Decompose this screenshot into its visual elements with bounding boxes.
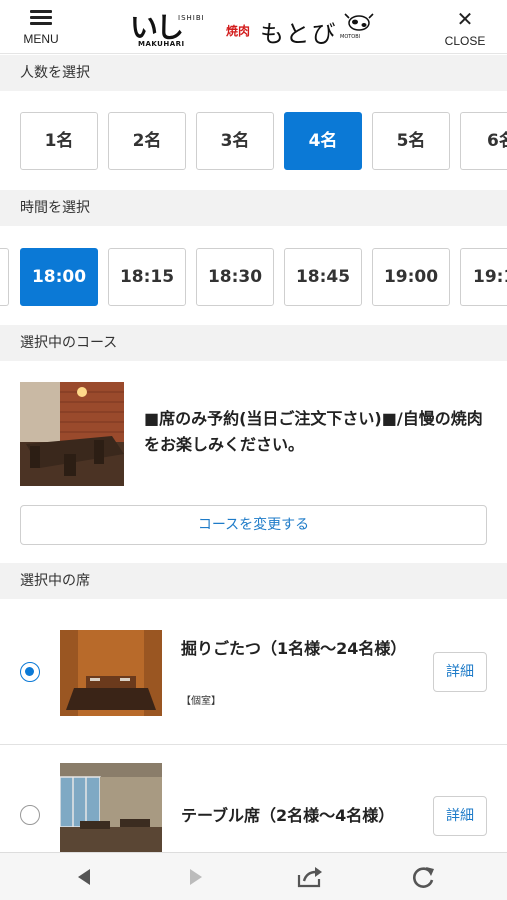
seat-photo-horigotatsu: [60, 622, 162, 724]
seat-name-horigotatsu: 掘りごたつ（1名様〜24名様）: [181, 639, 407, 658]
hamburger-icon: [30, 10, 52, 26]
menu-label: MENU: [23, 32, 59, 46]
change-course-button[interactable]: コースを変更する: [20, 505, 487, 545]
motobi-logo-prefix: 焼肉: [226, 24, 251, 38]
app-header: MENU いし ISHIBI MAKUHARI 焼肉 もとび MOTOBI ✕ …: [0, 0, 507, 54]
motobi-logo[interactable]: 焼肉 もとび MOTOBI: [226, 10, 386, 48]
seat-tag-private: 【個室】: [181, 696, 221, 707]
course-photo-image: [20, 382, 124, 486]
time-option-1815[interactable]: 18:15: [108, 248, 186, 306]
seat-name-table: テーブル席（2名様〜4名様）: [181, 806, 395, 825]
time-option-1800[interactable]: 18:00: [20, 248, 98, 306]
time-option-1900[interactable]: 19:00: [372, 248, 450, 306]
party-option-3[interactable]: 3名: [196, 112, 274, 170]
time-heading: 時間を選択: [0, 190, 507, 226]
course-photo: [20, 382, 124, 486]
seat-detail-button-table[interactable]: 詳細: [433, 796, 487, 836]
motobi-logo-script: MOTOBI: [340, 34, 361, 40]
time-option-1845[interactable]: 18:45: [284, 248, 362, 306]
ishibi-logo-subtitle: MAKUHARI: [138, 40, 185, 48]
browser-toolbar: [0, 852, 507, 900]
seat-photo-table: [60, 763, 162, 852]
motobi-logo-name: もとび: [260, 20, 338, 48]
course-heading: 選択中のコース: [0, 325, 507, 361]
seat-item-table[interactable]: テーブル席（2名様〜4名様） 詳細: [0, 745, 507, 852]
ishibi-logo-script: ISHIBI: [178, 14, 205, 22]
close-button[interactable]: ✕ CLOSE: [441, 7, 489, 48]
party-option-6[interactable]: 6名: [460, 112, 507, 170]
time-option-1830[interactable]: 18:30: [196, 248, 274, 306]
ishibi-logo[interactable]: いし ISHIBI MAKUHARI: [130, 6, 216, 50]
party-option-2[interactable]: 2名: [108, 112, 186, 170]
seat-radio-selected[interactable]: [20, 662, 40, 682]
time-option-1915[interactable]: 19:15: [460, 248, 507, 306]
party-option-1[interactable]: 1名: [20, 112, 98, 170]
close-icon: ✕: [456, 7, 474, 31]
seat-heading: 選択中の席: [0, 563, 507, 599]
menu-button[interactable]: MENU: [18, 10, 64, 46]
share-icon[interactable]: [296, 865, 324, 889]
course-description: ■席のみ予約(当日ご注文下さい)■/自慢の焼肉をお楽しみください。: [144, 409, 483, 454]
seat-radio-unselected[interactable]: [20, 805, 40, 825]
time-option-previous[interactable]: [0, 248, 9, 306]
seat-photo-horigotatsu-image: [60, 622, 162, 724]
close-label: CLOSE: [444, 34, 486, 48]
reload-icon[interactable]: [410, 865, 438, 889]
forward-arrow-icon[interactable]: [182, 865, 210, 889]
seat-item-horigotatsu[interactable]: 掘りごたつ（1名様〜24名様） 【個室】 詳細: [0, 600, 507, 744]
seat-photo-table-image: [60, 763, 162, 852]
cow-icon: [344, 13, 374, 31]
party-option-4[interactable]: 4名: [284, 112, 362, 170]
back-arrow-icon[interactable]: [70, 865, 98, 889]
party-size-heading: 人数を選択: [0, 55, 507, 91]
party-option-5[interactable]: 5名: [372, 112, 450, 170]
seat-detail-button-horigotatsu[interactable]: 詳細: [433, 652, 487, 692]
